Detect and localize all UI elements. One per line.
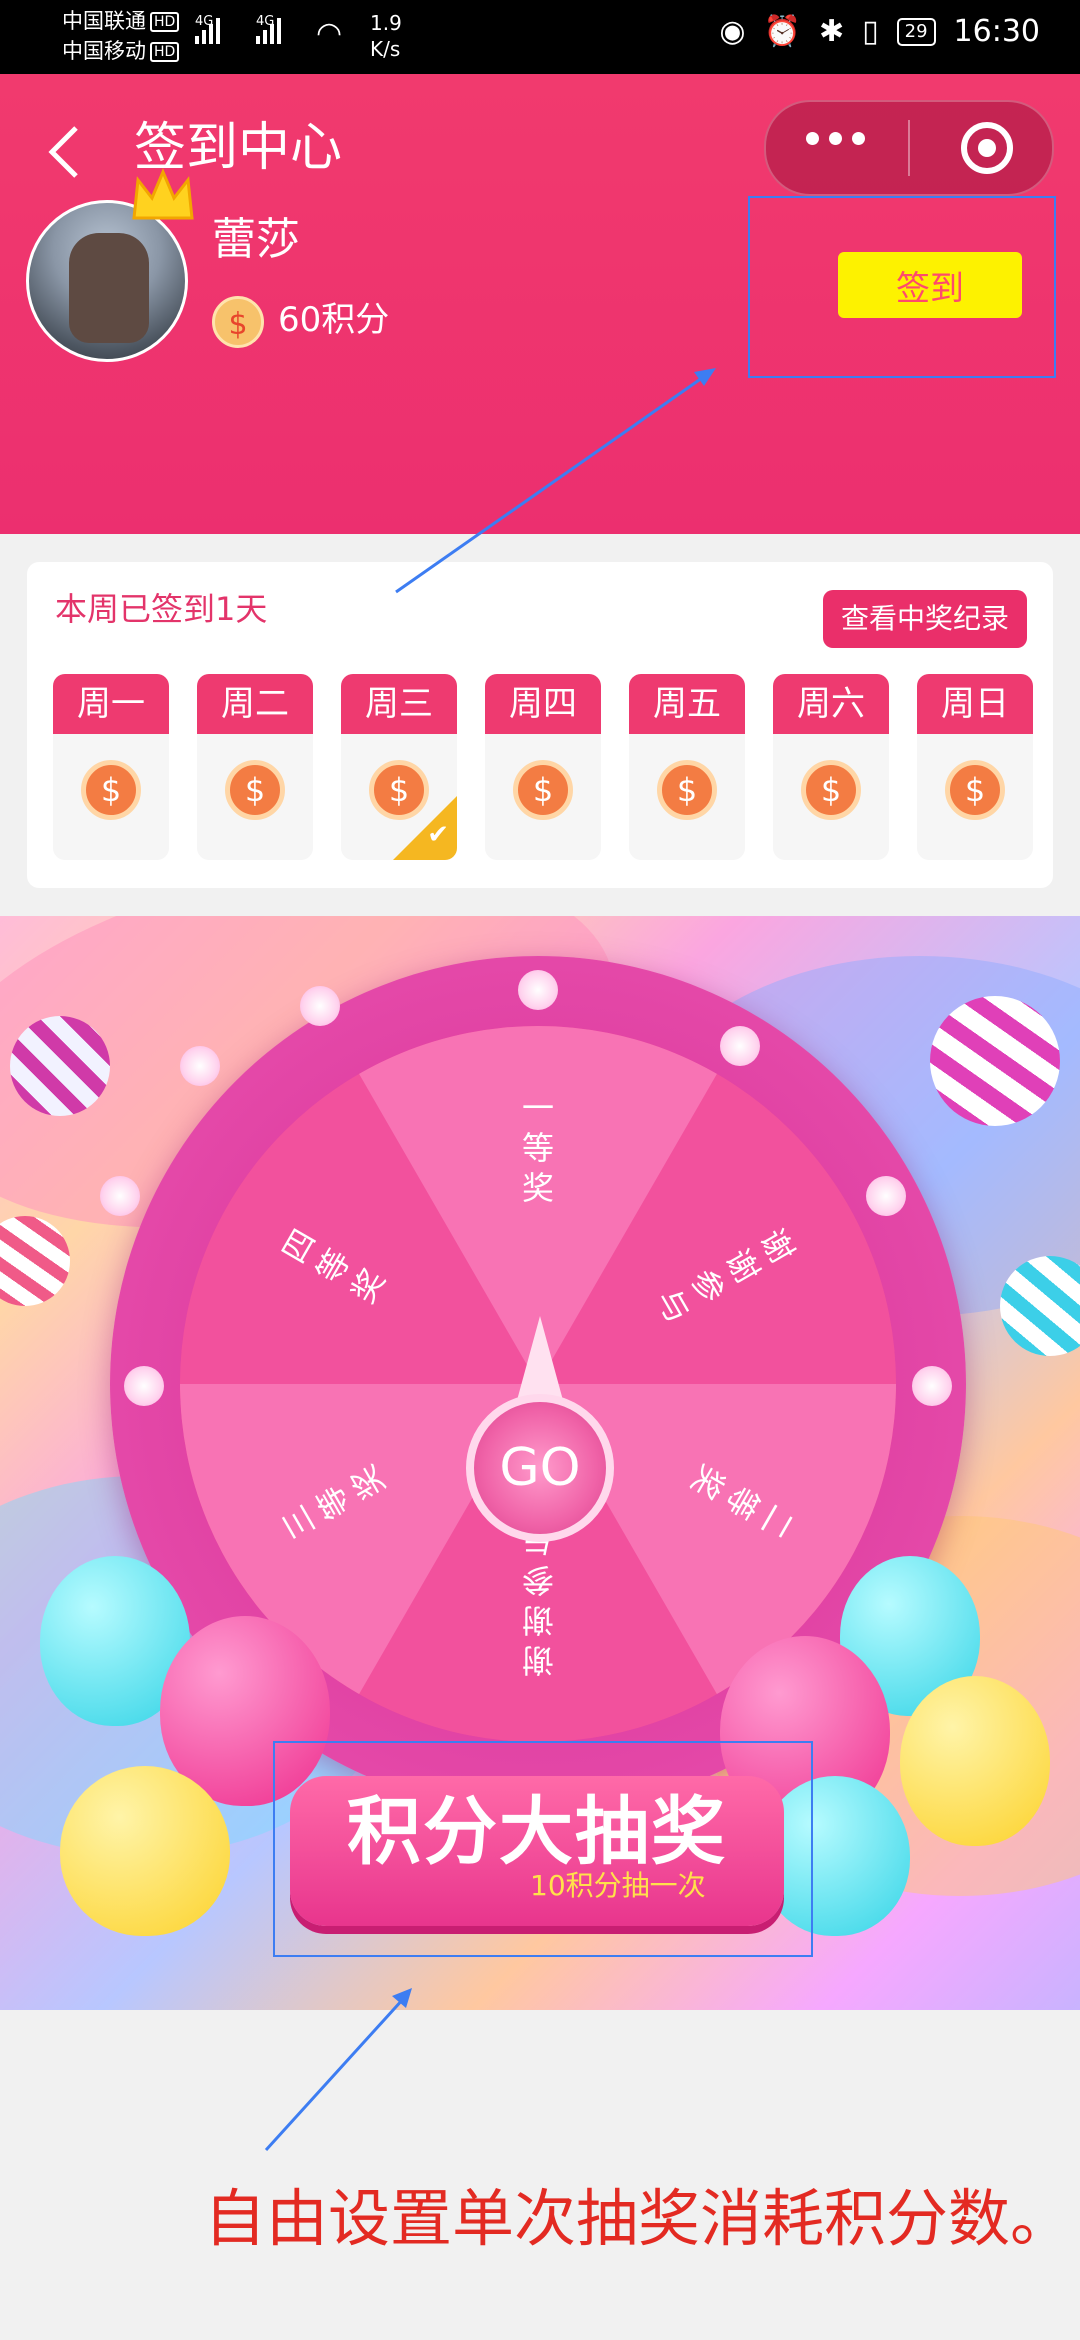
signin-button[interactable]: 签到	[838, 252, 1022, 318]
wheel-pointer	[516, 1316, 564, 1404]
day-item[interactable]: 周三 $ ✔	[341, 674, 457, 860]
coin-icon: $	[212, 296, 264, 348]
go-button[interactable]: GO	[466, 1394, 614, 1542]
balloon-decoration	[60, 1766, 230, 1936]
day-item[interactable]: 周一 $	[53, 674, 169, 860]
wheel-bulb	[100, 1176, 140, 1216]
day-item[interactable]: 周六 $	[773, 674, 889, 860]
alarm-icon: ⏰	[763, 14, 801, 49]
capsule-divider	[908, 120, 910, 176]
coin-icon: $	[81, 760, 141, 820]
battery-icon: 29	[896, 17, 936, 46]
day-label: 周五	[629, 674, 745, 734]
day-label: 周二	[197, 674, 313, 734]
mini-program-capsule	[764, 100, 1054, 196]
day-label: 周一	[53, 674, 169, 734]
bluetooth-icon: ✱	[818, 14, 845, 49]
coin-icon: $	[945, 760, 1005, 820]
wheel-bulb	[300, 986, 340, 1026]
check-icon: ✔	[427, 820, 449, 850]
candy-ball	[10, 1016, 110, 1116]
avatar-image	[69, 233, 149, 343]
status-bar: 中国联通 HD 中国移动 HD 4G 4G ◠ 1.9 K/s ◉ ⏰ ✱ ▯ 29…	[0, 0, 1080, 74]
candy-ball	[0, 1216, 70, 1306]
day-label: 周日	[917, 674, 1033, 734]
wheel-bulb	[518, 970, 558, 1010]
hd-badge: HD	[150, 12, 180, 32]
speed-unit: K/s	[370, 37, 401, 61]
carrier-2: 中国移动	[62, 39, 146, 63]
back-icon[interactable]	[44, 122, 84, 182]
wheel-bulb	[124, 1366, 164, 1406]
eye-icon: ◉	[719, 14, 746, 49]
network-speed: 1.9 K/s	[370, 10, 402, 62]
username: 蕾莎	[212, 214, 300, 265]
candy-ball	[930, 996, 1060, 1126]
clock: 16:30	[953, 14, 1040, 49]
status-icons: ◉ ⏰ ✱ ▯ 29 16:30	[719, 14, 1040, 49]
wheel-bulb	[912, 1366, 952, 1406]
day-label: 周六	[773, 674, 889, 734]
view-records-button[interactable]: 查看中奖纪录	[823, 590, 1027, 648]
coin-icon: $	[225, 760, 285, 820]
weekly-signin-card: 本周已签到1天 查看中奖纪录 周一 $ 周二 $ 周三 $ ✔ 周四 $ 周五 …	[27, 562, 1053, 888]
week-status: 本周已签到1天	[55, 590, 268, 628]
close-icon[interactable]	[961, 122, 1013, 174]
day-item[interactable]: 周五 $	[629, 674, 745, 860]
points-balance: 60积分	[278, 300, 390, 340]
day-label: 周三	[341, 674, 457, 734]
coin-icon: $	[801, 760, 861, 820]
annotation-caption: 自由设置单次抽奖消耗积分数。	[204, 2182, 1073, 2255]
coin-icon: $	[513, 760, 573, 820]
day-label: 周四	[485, 674, 601, 734]
wifi-icon: ◠	[316, 16, 343, 51]
speed-value: 1.9	[370, 11, 402, 35]
signal-icon	[195, 18, 220, 44]
day-item[interactable]: 周二 $	[197, 674, 313, 860]
day-item[interactable]: 周四 $	[485, 674, 601, 860]
day-list: 周一 $ 周二 $ 周三 $ ✔ 周四 $ 周五 $ 周六 $ 周日 $	[53, 674, 1033, 860]
annotation-frame	[273, 1741, 813, 1957]
header: 签到中心 蕾莎 $ 60积分 签到	[0, 74, 1080, 534]
crown-icon	[132, 168, 194, 220]
carrier-1: 中国联通	[62, 9, 146, 33]
coin-icon: $	[657, 760, 717, 820]
carrier-info: 中国联通 HD 中国移动 HD	[62, 6, 180, 66]
signal-icon	[256, 18, 281, 44]
more-icon[interactable]	[806, 132, 865, 145]
day-item[interactable]: 周日 $	[917, 674, 1033, 860]
balloon-decoration	[900, 1676, 1050, 1846]
hd-badge: HD	[150, 42, 180, 62]
vibrate-icon: ▯	[862, 14, 879, 49]
